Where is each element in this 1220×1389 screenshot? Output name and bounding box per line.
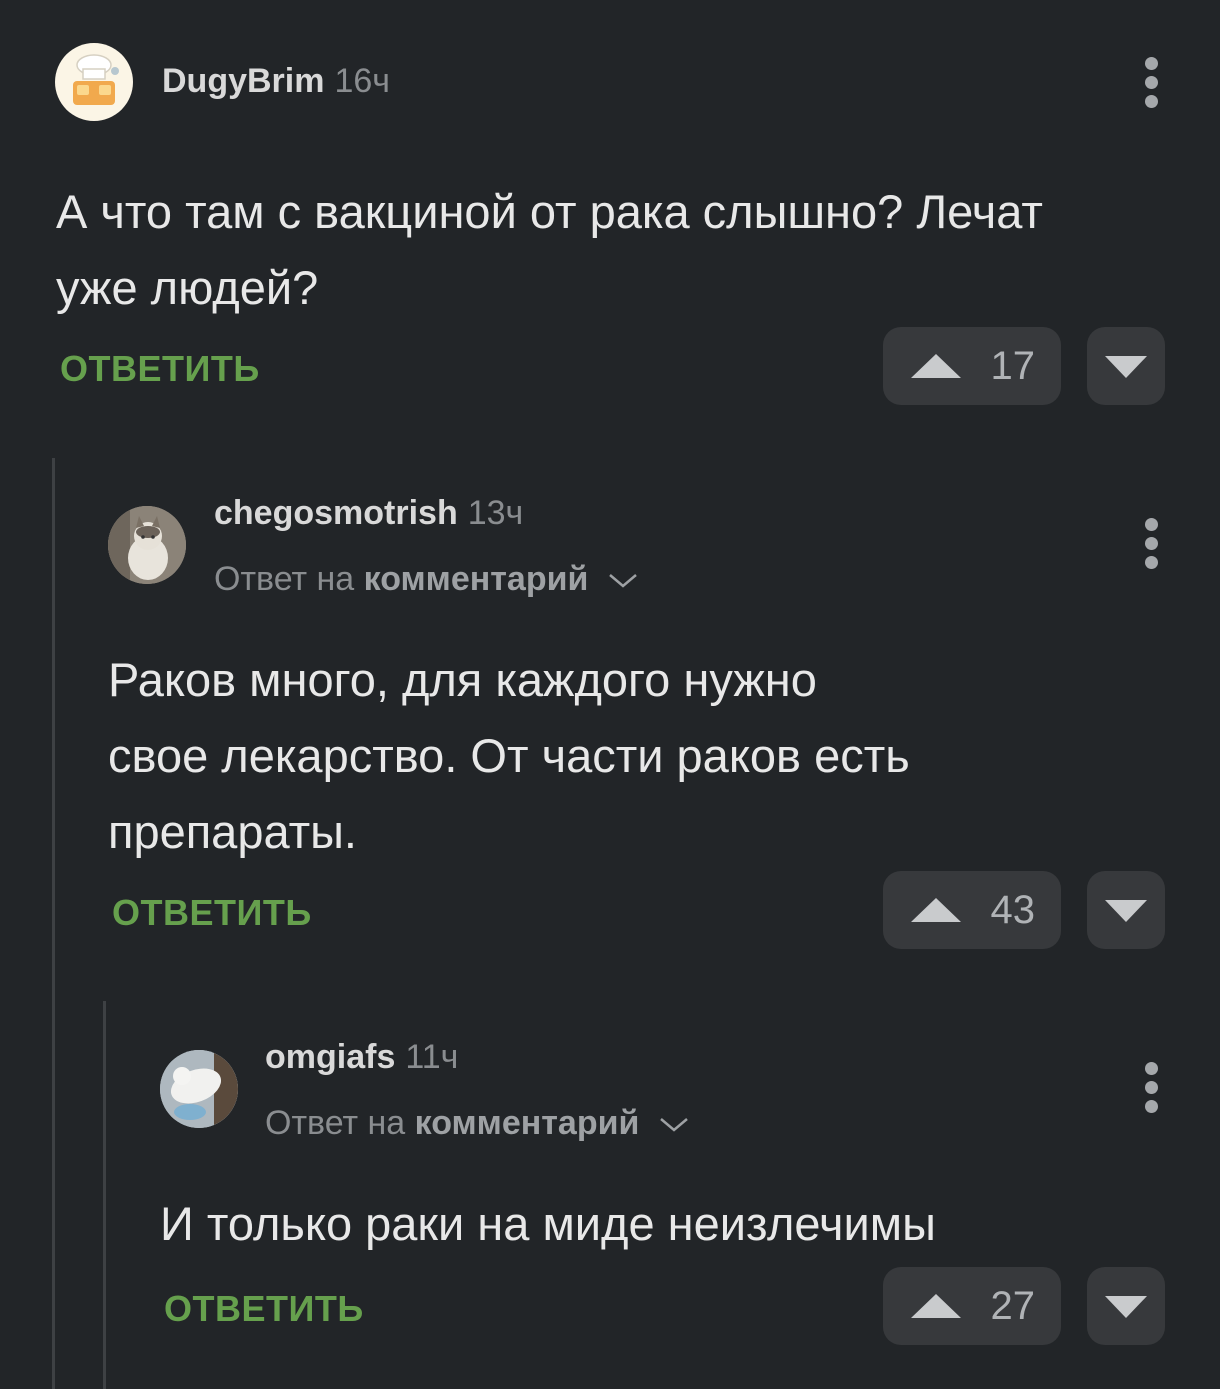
more-icon[interactable] [1143,1062,1159,1119]
downvote-icon [1105,1296,1147,1318]
reply-to-link[interactable]: Ответ на комментарий [214,560,638,599]
downvote-icon [1105,356,1147,378]
reply-button[interactable]: ОТВЕТИТЬ [164,1288,364,1330]
upvote-icon [911,354,961,378]
comment-text-line: И только раки на миде неизлечимы [160,1197,936,1250]
username-text[interactable]: DugyBrim [162,62,324,100]
avatar[interactable] [160,1050,238,1128]
comment-text-line: уже людей? [56,261,319,314]
downvote-button[interactable] [1087,1267,1165,1345]
reply-prefix: Ответ на [214,560,355,598]
username[interactable]: chegosmotrish 13ч [214,494,523,533]
avatar-image [73,54,119,105]
username-text[interactable]: omgiafs [265,1038,395,1076]
avatar-image [108,506,186,584]
downvote-icon [1105,900,1147,922]
comment-time: 11ч [405,1038,459,1076]
downvote-button[interactable] [1087,327,1165,405]
vote-count: 27 [990,1284,1036,1328]
thread-line-level-1 [52,458,55,1389]
avatar-image [160,1050,238,1128]
comment-text-line: Раков много, для каждого нужно [108,653,817,706]
comment-time: 13ч [467,494,524,532]
upvote-button[interactable]: 27 [883,1267,1061,1345]
vote-count: 17 [990,344,1036,388]
thread-line-level-2 [103,1001,106,1389]
reply-to-link[interactable]: Ответ на комментарий [265,1104,689,1143]
comment-text: Раков много, для каждого нужно свое лека… [108,642,910,870]
upvote-icon [911,898,961,922]
avatar[interactable] [55,43,133,121]
vote-count: 43 [990,888,1036,932]
chevron-down-icon[interactable] [659,1117,689,1133]
comment-text-line: препараты. [108,805,357,858]
downvote-button[interactable] [1087,871,1165,949]
reply-target[interactable]: комментарий [364,560,589,598]
chevron-down-icon[interactable] [608,573,638,589]
avatar[interactable] [108,506,186,584]
reply-button[interactable]: ОТВЕТИТЬ [60,348,260,390]
comment-text-line: свое лекарство. От части раков есть [108,729,910,782]
upvote-button[interactable]: 17 [883,327,1061,405]
username[interactable]: omgiafs 11ч [265,1038,458,1077]
reply-target[interactable]: комментарий [415,1104,640,1142]
reply-button[interactable]: ОТВЕТИТЬ [112,892,312,934]
reply-prefix: Ответ на [265,1104,406,1142]
upvote-icon [911,1294,961,1318]
username-text[interactable]: chegosmotrish [214,494,458,532]
more-icon[interactable] [1143,518,1159,575]
username[interactable]: DugyBrim 16ч [162,62,390,101]
more-icon[interactable] [1143,57,1159,114]
comment-text: И только раки на миде неизлечимы [160,1186,936,1262]
comment-time: 16ч [334,62,391,100]
upvote-button[interactable]: 43 [883,871,1061,949]
comment-text: А что там с вакциной от рака слышно? Леч… [56,174,1043,326]
comment-text-line: А что там с вакциной от рака слышно? Леч… [56,185,1043,238]
